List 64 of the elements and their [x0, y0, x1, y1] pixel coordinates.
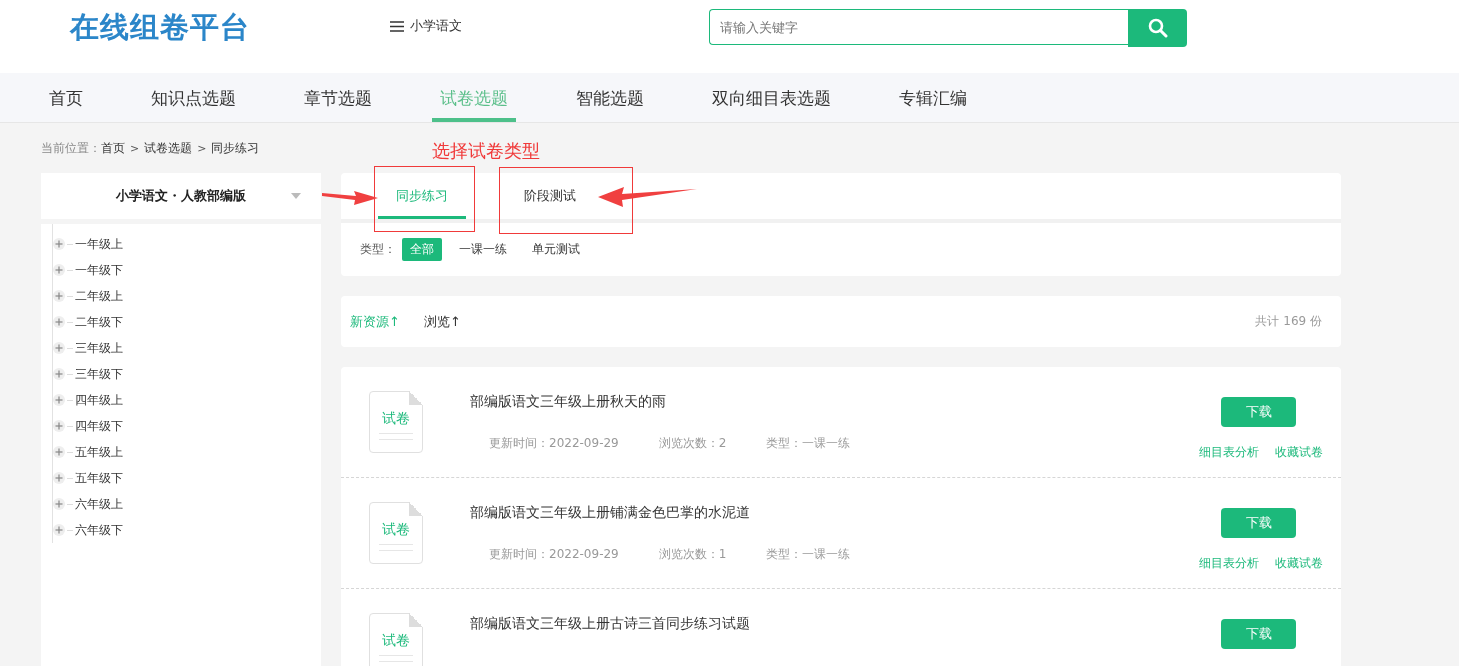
tree-item[interactable]: 四年级下	[75, 417, 123, 435]
paper-meta-text: 更新时间：2022-09-29	[489, 546, 619, 563]
nav-tab[interactable]: 双向细目表选题	[704, 73, 839, 122]
paper-document-icon: 试卷	[369, 613, 423, 666]
filter-option[interactable]: 单元测试	[524, 238, 588, 261]
tree-item[interactable]: 五年级上	[75, 443, 123, 461]
expand-toggle-icon[interactable]	[53, 472, 65, 484]
expand-toggle-icon[interactable]	[53, 290, 65, 302]
breadcrumb-separator: >	[130, 141, 140, 155]
search-button[interactable]	[1128, 9, 1187, 47]
paper-document-icon: 试卷	[369, 391, 423, 453]
search-field[interactable]: 请输入关键字	[709, 9, 1128, 45]
site-logo[interactable]: 在线组卷平台	[70, 8, 390, 48]
expand-toggle-icon[interactable]	[53, 316, 65, 328]
tree-item[interactable]: 三年级下	[75, 365, 123, 383]
dropdown-caret-icon[interactable]	[291, 193, 301, 199]
paper-title[interactable]: 部编版语文三年级上册铺满金色巴掌的水泥道	[470, 504, 1183, 522]
tree-item[interactable]: 一年级上	[75, 235, 123, 253]
nav-tab[interactable]: 智能选题	[568, 73, 652, 122]
search-icon	[1147, 18, 1168, 38]
expand-toggle-icon[interactable]	[53, 524, 65, 536]
nav-tab[interactable]: 首页	[41, 73, 91, 122]
tree-item[interactable]: 一年级下	[75, 261, 123, 279]
expand-toggle-icon[interactable]	[53, 264, 65, 276]
sidebar-title: 小学语文・人教部编版	[116, 187, 246, 205]
tree-item[interactable]: 三年级上	[75, 339, 123, 357]
tree-item[interactable]: 四年级上	[75, 391, 123, 409]
paper-document-icon: 试卷	[369, 502, 423, 564]
expand-toggle-icon[interactable]	[53, 446, 65, 458]
total-count: 共计 169 份	[1255, 313, 1322, 330]
nav-tab[interactable]: 章节选题	[296, 73, 380, 122]
breadcrumb-link[interactable]: 同步练习	[211, 139, 260, 157]
breadcrumb-link[interactable]: 首页	[101, 139, 125, 157]
annotation-arrow	[322, 191, 378, 205]
expand-toggle-icon[interactable]	[53, 420, 65, 432]
paper-type-tab[interactable]: 阶段测试	[506, 173, 594, 219]
expand-toggle-icon[interactable]	[53, 368, 65, 380]
filter-option[interactable]: 一课一练	[451, 238, 515, 261]
expand-toggle-icon[interactable]	[53, 498, 65, 510]
tree-item[interactable]: 六年级下	[75, 521, 123, 539]
breadcrumb-link[interactable]: 试卷选题	[144, 139, 193, 157]
paper-title[interactable]: 部编版语文三年级上册古诗三首同步练习试题	[470, 615, 1183, 633]
paper-meta-text: 浏览次数：2	[658, 435, 727, 452]
paper-meta-text: 类型：一课一练	[766, 435, 851, 452]
paper-meta-text: 更新时间：2022-09-29	[489, 435, 619, 452]
expand-toggle-icon[interactable]	[53, 238, 65, 250]
sort-option[interactable]: 浏览↑	[423, 312, 461, 331]
filter-label: 类型：	[360, 241, 396, 258]
nav-tab[interactable]: 知识点选题	[143, 73, 244, 122]
paper-meta-text: 浏览次数：1	[658, 546, 727, 563]
paper-meta-text: 类型：一课一练	[766, 546, 851, 563]
expand-toggle-icon[interactable]	[53, 342, 65, 354]
expand-toggle-icon[interactable]	[53, 394, 65, 406]
tree-item[interactable]: 五年级下	[75, 469, 123, 487]
paper-title[interactable]: 部编版语文三年级上册秋天的雨	[470, 393, 1183, 411]
nav-tab[interactable]: 专辑汇编	[891, 73, 975, 122]
menu-icon	[390, 20, 404, 32]
tree-item[interactable]: 二年级下	[75, 313, 123, 331]
breadcrumb-label: 当前位置：	[41, 139, 101, 157]
subject-menu-button[interactable]: 小学语文	[390, 16, 709, 36]
tree-item[interactable]: 二年级上	[75, 287, 123, 305]
annotation-label: 选择试卷类型	[432, 139, 540, 163]
breadcrumb-separator: >	[197, 141, 207, 155]
tree-item[interactable]: 六年级上	[75, 495, 123, 513]
